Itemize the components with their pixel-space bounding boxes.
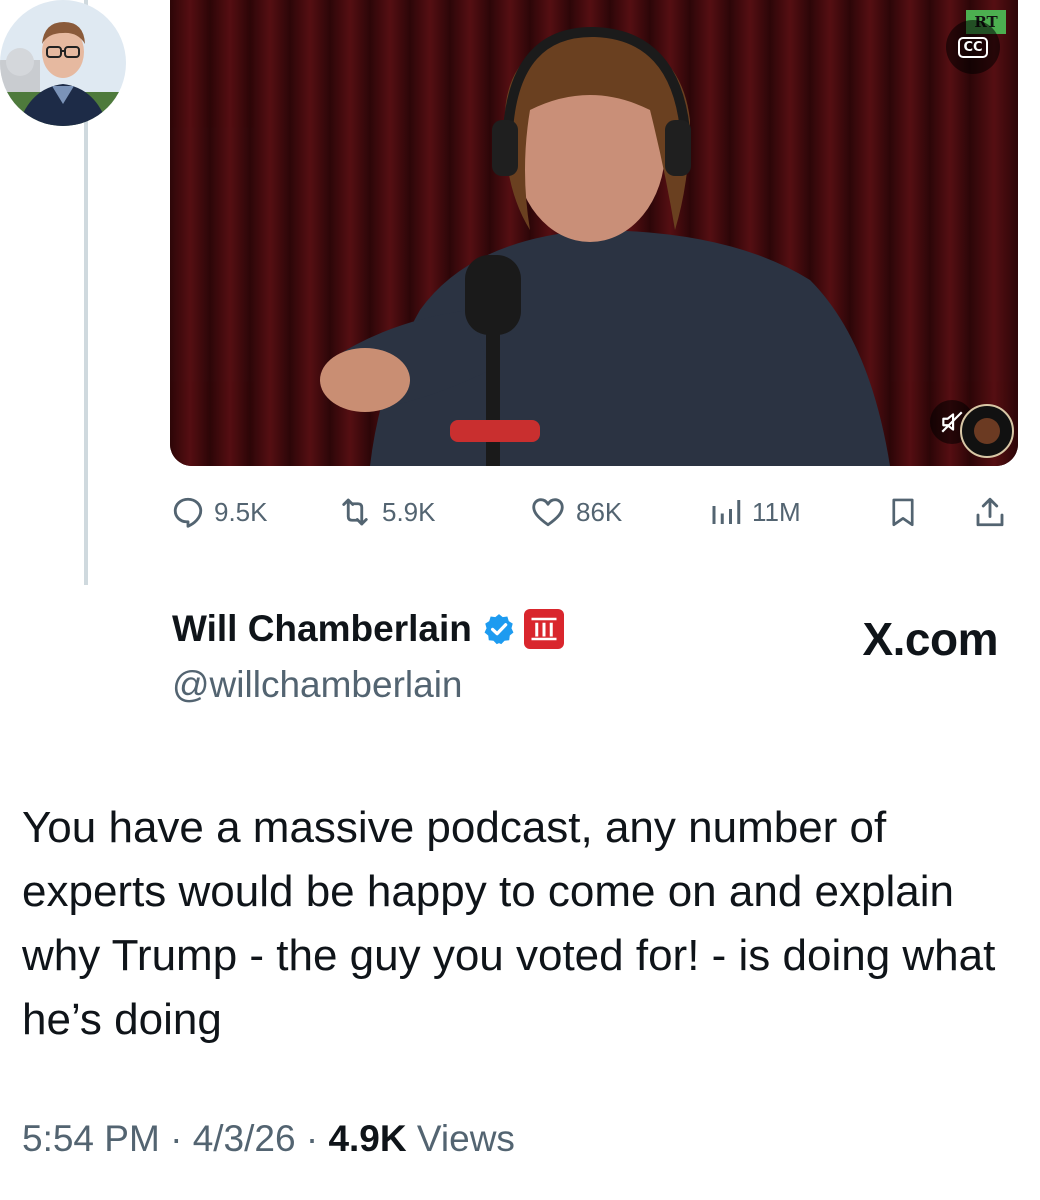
- author-name[interactable]: Will Chamberlain: [172, 608, 472, 650]
- reply-icon: [173, 497, 203, 528]
- tweet-views-count[interactable]: 4.9K: [328, 1118, 406, 1159]
- bookmark-button[interactable]: [886, 488, 920, 536]
- author-name-row: Will Chamberlain: [172, 608, 564, 650]
- author-handle[interactable]: @willchamberlain: [172, 664, 463, 706]
- views-count: 11M: [752, 496, 801, 527]
- bookmark-icon: [892, 498, 914, 527]
- share-button[interactable]: [972, 488, 1008, 536]
- podcast-logo-face: [974, 418, 1000, 444]
- reply-count: 9.5K: [214, 496, 268, 527]
- verified-badge-icon: [484, 614, 514, 645]
- closed-captions-icon: CC: [958, 36, 988, 58]
- avatar-photo: [0, 0, 126, 126]
- tweet-views-label: Views: [416, 1118, 515, 1159]
- video-player[interactable]: RT CC: [170, 0, 1018, 466]
- views-button[interactable]: 11M: [708, 488, 801, 536]
- like-icon: [532, 498, 564, 527]
- tweet-text: You have a massive podcast, any number o…: [22, 803, 996, 1044]
- author-avatar[interactable]: [0, 0, 126, 126]
- affiliation-badge-icon: [531, 617, 557, 641]
- reply-button[interactable]: 9.5K: [170, 488, 268, 536]
- affiliation-badge[interactable]: [523, 609, 564, 649]
- closed-captions-button[interactable]: CC: [946, 20, 1000, 74]
- views-icon: [712, 500, 741, 524]
- source-label: X.com: [862, 613, 998, 665]
- share-icon: [976, 497, 1004, 527]
- tweet-date[interactable]: 4/3/26: [193, 1118, 296, 1159]
- like-count: 86K: [576, 496, 623, 527]
- tweet-action-bar: 9.5K 5.9K 86K 11M: [170, 488, 1020, 536]
- tweet-time[interactable]: 5:54 PM: [22, 1118, 160, 1159]
- meta-separator: ·: [305, 1118, 319, 1159]
- repost-icon: [342, 498, 368, 526]
- podcast-logo: [960, 404, 1014, 458]
- repost-button[interactable]: 5.9K: [336, 488, 436, 536]
- like-button[interactable]: 86K: [528, 488, 622, 536]
- meta-separator: ·: [170, 1118, 183, 1159]
- tweet-metadata: 5:54 PM · 4/3/26 · 4.9K Views: [22, 1118, 515, 1160]
- video-frame: [170, 0, 1018, 466]
- repost-count: 5.9K: [382, 496, 436, 527]
